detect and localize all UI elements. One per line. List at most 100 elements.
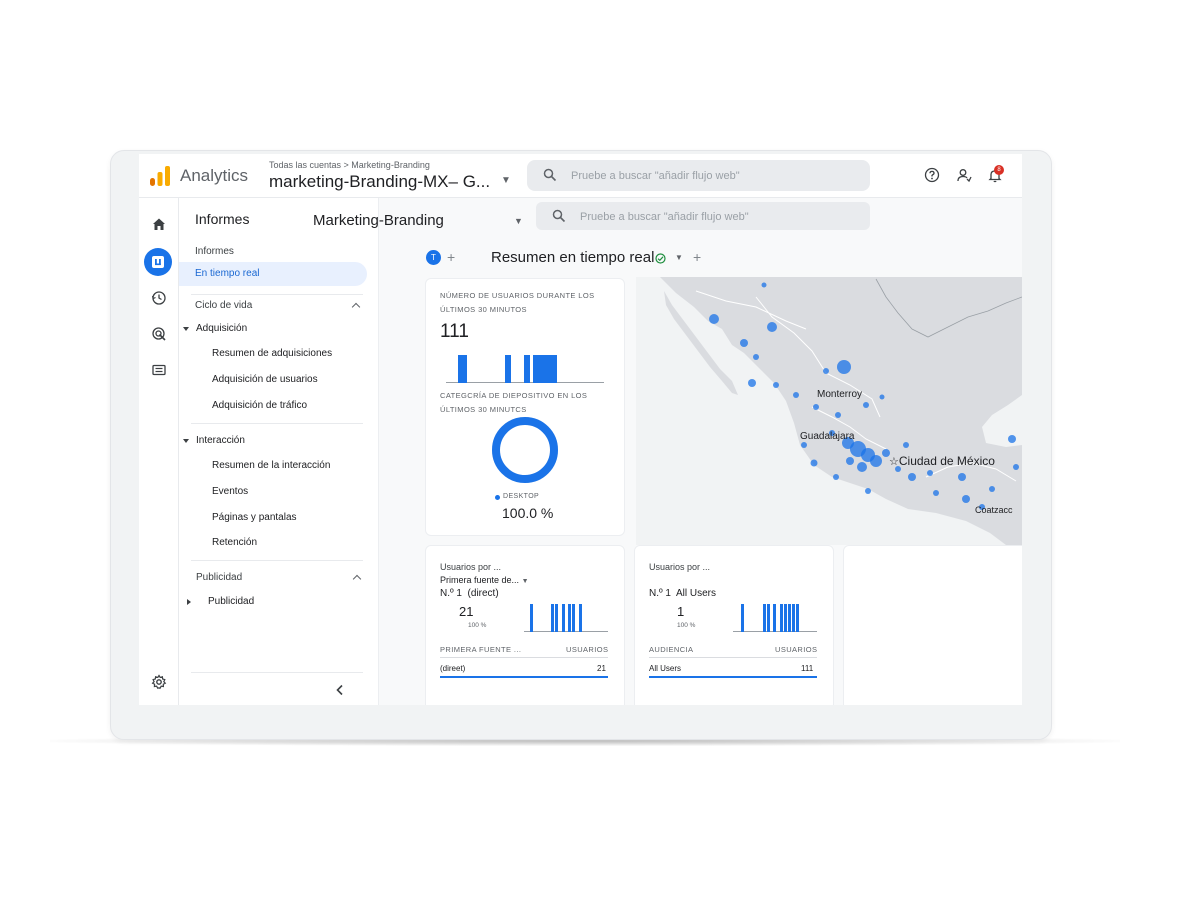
advertising-label[interactable]: Publicidad <box>196 572 242 583</box>
group-acquisition[interactable]: Adquisición <box>196 323 247 334</box>
users-label-line1: NÚMERO DE USUARIOS DURANTE LOS <box>440 291 595 300</box>
map-user-point[interactable] <box>793 392 799 398</box>
left-rail <box>139 198 179 705</box>
map-user-point[interactable] <box>1013 464 1019 470</box>
map-user-point[interactable] <box>801 442 807 448</box>
content-property-name[interactable]: Marketing-Branding <box>313 212 444 229</box>
sidenav-item-user-acquisition[interactable]: Adquisición de usuarios <box>212 374 318 385</box>
map-user-point[interactable] <box>835 412 841 418</box>
dimension-dropdown[interactable]: Primera fuente de... ▼ <box>440 575 529 585</box>
map-user-point[interactable] <box>933 490 939 496</box>
sidenav-item-realtime[interactable]: En tiempo real <box>179 262 367 286</box>
reports-icon[interactable] <box>144 248 172 276</box>
configure-icon[interactable] <box>147 358 171 382</box>
advertising-icon[interactable] <box>147 322 171 346</box>
chevron-left-icon[interactable] <box>335 684 345 696</box>
top-bar: Analytics Todas las cuentas > Marketing-… <box>139 154 1022 198</box>
map-user-point[interactable] <box>903 442 909 448</box>
explore-icon[interactable] <box>147 286 171 310</box>
map-label-monterrey: Monterroy <box>817 389 863 400</box>
add-comparison-icon[interactable]: + <box>447 249 455 265</box>
account-switch-icon[interactable] <box>956 167 972 183</box>
sidenav-item-pages-screens[interactable]: Páginas y pantalas <box>212 512 297 523</box>
map-user-point[interactable] <box>833 474 839 480</box>
table-header-users: USUARIOS <box>775 645 818 654</box>
map-user-point[interactable] <box>767 322 777 332</box>
breadcrumb[interactable]: Todas las cuentas > Marketing-Branding <box>269 160 430 170</box>
lifecycle-label[interactable]: Ciclo de vida <box>195 300 252 311</box>
search-icon <box>543 168 557 182</box>
map-user-point[interactable] <box>879 394 885 400</box>
map-user-point[interactable] <box>1008 435 1016 443</box>
map-user-point[interactable] <box>857 462 867 472</box>
map-user-point[interactable] <box>908 473 916 481</box>
sidenav-item-retention[interactable]: Retención <box>212 537 257 548</box>
map-user-point[interactable] <box>748 379 756 387</box>
minute-bar <box>551 604 554 632</box>
caret-down-icon[interactable] <box>183 327 189 331</box>
analytics-logo-icon <box>150 166 170 186</box>
minute-bar <box>763 604 766 632</box>
map-user-point[interactable] <box>865 488 871 494</box>
sidenav-item-advertising[interactable]: Publicidad <box>208 596 254 607</box>
device-percent: 100.0 % <box>502 505 554 521</box>
map-user-point[interactable] <box>962 495 970 503</box>
reports-sidenav: Informes Informes En tiempo real Ciclo d… <box>179 198 379 705</box>
map-user-point[interactable] <box>813 404 819 410</box>
map-user-point[interactable] <box>761 282 767 288</box>
map-user-point[interactable] <box>740 339 748 347</box>
content-search-input[interactable] <box>580 208 860 225</box>
comparison-chip[interactable]: T <box>426 250 441 265</box>
sidenav-item-engagement-overview[interactable]: Resumen de la interacción <box>212 460 330 471</box>
search-input[interactable] <box>571 167 851 184</box>
top-search[interactable] <box>527 160 870 191</box>
top-rank: N.º 1 (direct) <box>440 588 499 599</box>
device-legend-label: DESKTOP <box>503 493 540 500</box>
minute-bar <box>562 604 565 632</box>
caret-down-icon[interactable] <box>183 439 189 443</box>
map-user-point[interactable] <box>753 354 759 360</box>
map-user-point[interactable] <box>810 459 818 467</box>
device-label-line1: CATEGCRÍA DE DIEPOSITIVO EN LOS <box>440 391 588 400</box>
map-user-point[interactable] <box>958 473 966 481</box>
group-engagement[interactable]: Interacción <box>196 435 245 446</box>
add-tab-icon[interactable]: + <box>693 249 701 265</box>
minute-bar <box>568 604 571 632</box>
map-user-point[interactable] <box>927 470 933 476</box>
chevron-down-icon[interactable]: ▼ <box>675 253 683 262</box>
users-by-source-card: Usuarios por ... Primera fuente de... ▼ … <box>425 545 625 705</box>
table-row-name[interactable]: All Users <box>649 664 681 673</box>
chevron-up-icon[interactable] <box>352 574 362 584</box>
sidenav-item-traffic-acquisition[interactable]: Adquisición de tráfico <box>212 400 307 411</box>
minute-bar <box>792 604 795 632</box>
minute-bar <box>572 604 575 632</box>
caret-right-icon[interactable] <box>187 599 191 605</box>
map-user-point[interactable] <box>846 457 854 465</box>
map-user-point[interactable] <box>837 360 851 374</box>
map-user-point[interactable] <box>870 455 882 467</box>
minute-bar <box>796 604 799 632</box>
realtime-map[interactable]: Monterroy Guadalajara ☆Ciudad de México … <box>636 277 1022 545</box>
home-icon[interactable] <box>147 212 171 236</box>
star-icon: ☆ <box>889 456 899 468</box>
table-header-audience: AUDIENCIA <box>649 645 694 654</box>
property-selector[interactable]: marketing-Branding-MX– G... <box>269 172 490 192</box>
map-user-point[interactable] <box>773 382 779 388</box>
chevron-down-icon[interactable]: ▼ <box>501 175 511 186</box>
chevron-up-icon[interactable] <box>351 302 361 312</box>
map-user-point[interactable] <box>863 402 869 408</box>
search-icon <box>552 209 566 223</box>
map-user-point[interactable] <box>823 368 829 374</box>
minute-bar <box>788 604 791 632</box>
help-icon[interactable] <box>924 167 940 183</box>
sidenav-item-acquisition-overview[interactable]: Resumen de adquisiciones <box>212 348 332 359</box>
sidenav-item-events[interactable]: Eventos <box>212 486 248 497</box>
map-user-point[interactable] <box>989 486 995 492</box>
sidenav-section-label[interactable]: Informes <box>195 246 234 257</box>
content-search[interactable] <box>536 202 870 230</box>
table-row-name[interactable]: (direet) <box>440 664 465 673</box>
chevron-down-icon[interactable]: ▼ <box>514 216 523 226</box>
top-percent: 100 % <box>677 622 696 629</box>
map-user-point[interactable] <box>709 314 719 324</box>
settings-gear-icon[interactable] <box>147 670 171 694</box>
